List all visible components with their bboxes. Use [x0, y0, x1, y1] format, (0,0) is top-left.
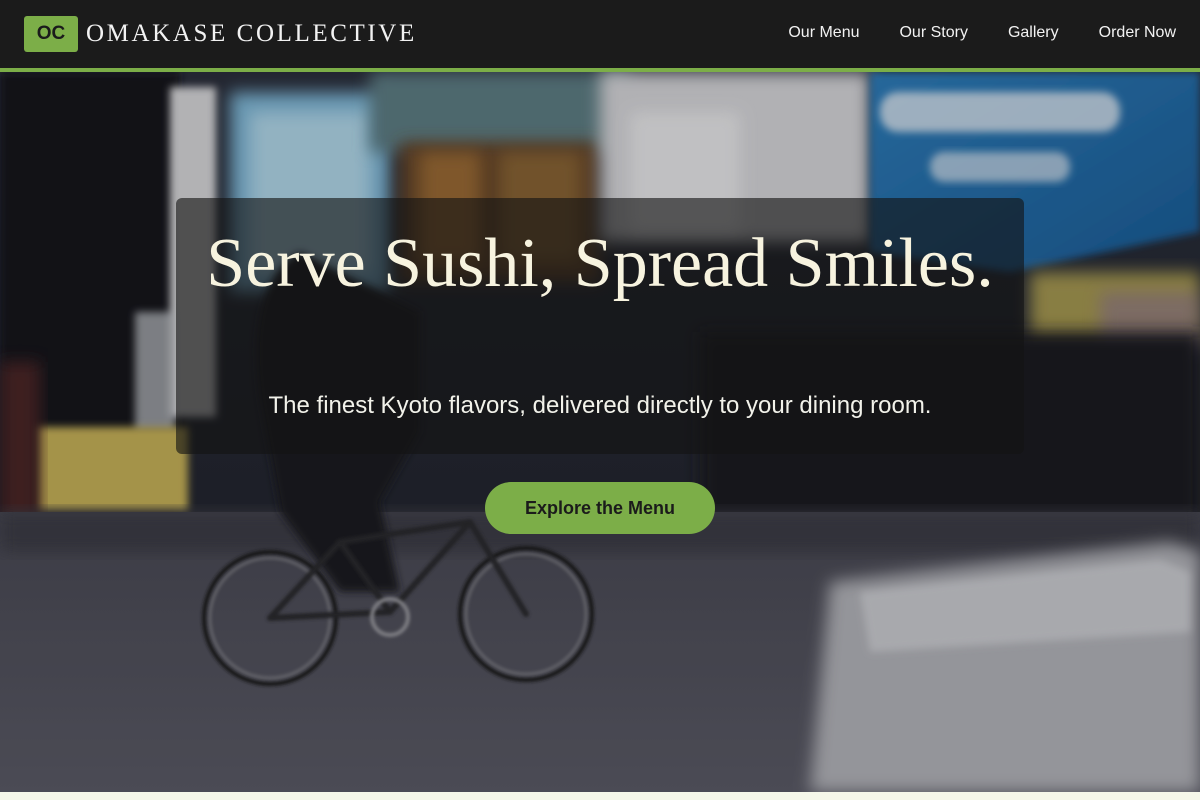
hero-title: Serve Sushi, Spread Smiles.	[206, 225, 994, 302]
nav-link-gallery[interactable]: Gallery	[1008, 22, 1059, 44]
brand-name[interactable]: OMAKASE COLLECTIVE	[86, 18, 417, 50]
explore-menu-button[interactable]: Explore the Menu	[485, 482, 715, 534]
hero-subtitle: The finest Kyoto flavors, delivered dire…	[268, 392, 932, 419]
top-navbar: OC OMAKASE COLLECTIVE Our Menu Our Story…	[0, 0, 1200, 72]
page-bottom-strip	[0, 792, 1200, 800]
nav-link-our-menu[interactable]: Our Menu	[788, 22, 859, 44]
nav-link-order-now[interactable]: Order Now	[1099, 22, 1176, 44]
logo-badge[interactable]: OC	[24, 16, 78, 52]
nav-link-our-story[interactable]: Our Story	[899, 22, 967, 44]
nav-links: Our Menu Our Story Gallery Order Now	[788, 22, 1176, 44]
